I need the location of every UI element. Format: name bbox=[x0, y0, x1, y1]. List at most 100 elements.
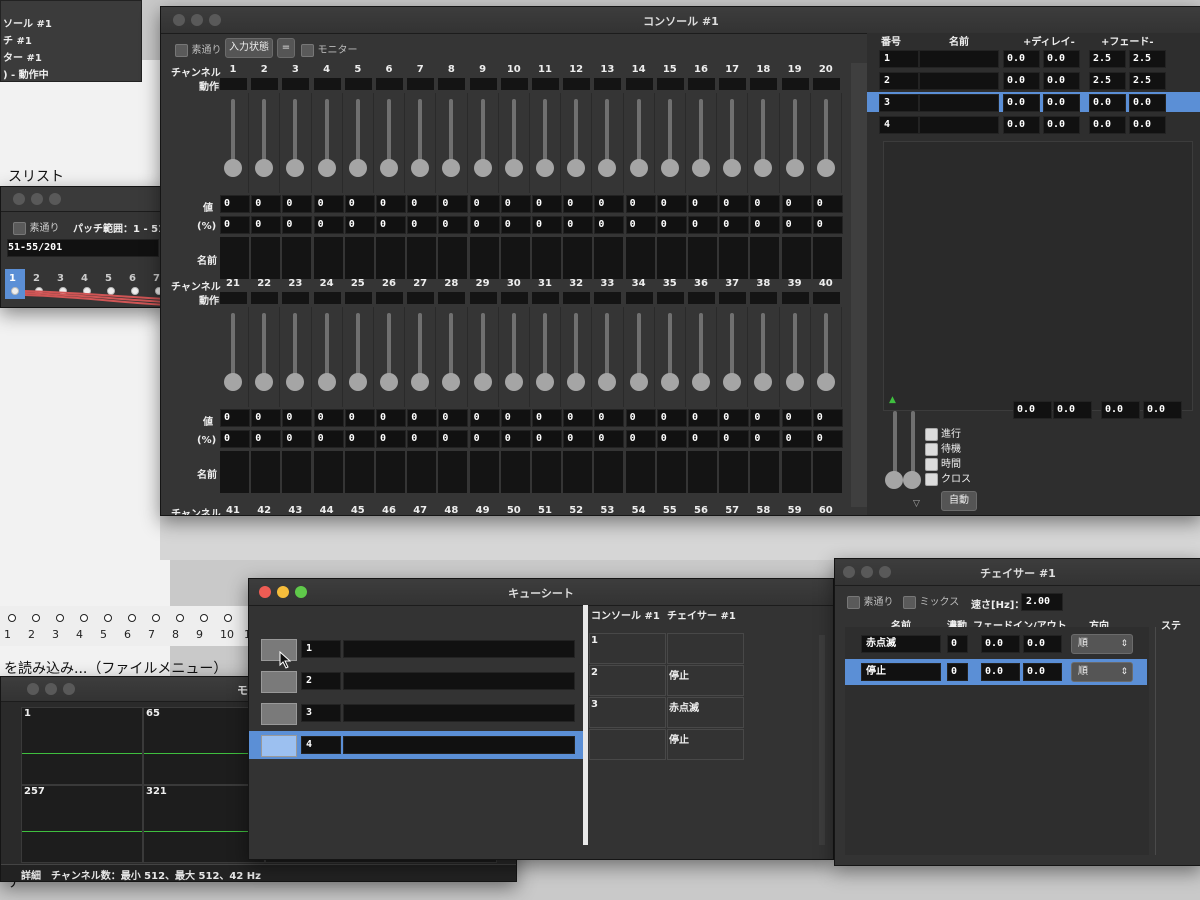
cue-fade-in-field[interactable]: 2.5 bbox=[1089, 72, 1126, 90]
channel-percent-field[interactable]: 0 bbox=[625, 216, 656, 234]
fader-knob[interactable] bbox=[754, 159, 773, 177]
cue-go-button[interactable] bbox=[261, 735, 297, 757]
fader-knob[interactable] bbox=[723, 159, 742, 177]
channel-percent-field[interactable]: 0 bbox=[251, 216, 282, 234]
cue-sheet-cell[interactable] bbox=[589, 665, 666, 696]
channel-action-field[interactable] bbox=[438, 292, 466, 304]
channel-value-field[interactable]: 0 bbox=[376, 195, 406, 213]
cue-delay-in-field[interactable]: 0.0 bbox=[1003, 72, 1040, 90]
fader-knob[interactable] bbox=[692, 159, 710, 177]
channel-percent-field[interactable]: 0 bbox=[656, 216, 687, 234]
fader-knob[interactable] bbox=[380, 159, 398, 177]
step-time-field[interactable]: 0.0 bbox=[1053, 401, 1092, 419]
master-fader-a-knob[interactable] bbox=[885, 471, 903, 489]
channel-action-field[interactable] bbox=[220, 292, 247, 304]
fader-knob[interactable] bbox=[348, 159, 367, 177]
channel-percent-field[interactable]: 0 bbox=[469, 430, 500, 448]
channel-name-field[interactable] bbox=[812, 237, 842, 279]
fader-knob[interactable] bbox=[536, 373, 554, 391]
channel-value-field[interactable]: 0 bbox=[594, 195, 625, 213]
channel-name-field[interactable] bbox=[376, 237, 405, 279]
bypass-checkbox[interactable] bbox=[847, 595, 860, 609]
channel-name-field[interactable] bbox=[750, 237, 780, 279]
channel-value-field[interactable]: 0 bbox=[500, 409, 531, 427]
step-time-field[interactable]: 0.0 bbox=[1013, 401, 1052, 419]
channel-value-field[interactable]: 0 bbox=[532, 409, 562, 427]
channel-percent-field[interactable]: 0 bbox=[407, 216, 438, 234]
fader-knob[interactable] bbox=[567, 373, 586, 391]
channel-value-field[interactable]: 0 bbox=[344, 409, 375, 427]
strip-port[interactable] bbox=[152, 614, 160, 622]
cue-sheet-name[interactable] bbox=[343, 640, 575, 658]
channel-name-field[interactable] bbox=[438, 237, 468, 279]
channel-value-field[interactable]: 0 bbox=[563, 195, 594, 213]
fader-knob[interactable] bbox=[660, 159, 679, 177]
channel-action-field[interactable] bbox=[282, 292, 310, 304]
channel-value-field[interactable]: 0 bbox=[594, 409, 625, 427]
channel-action-field[interactable] bbox=[812, 292, 840, 304]
cue-name-field[interactable] bbox=[919, 72, 999, 90]
cue-delay-out-field[interactable]: 0.0 bbox=[1043, 50, 1080, 68]
channel-value-field[interactable]: 0 bbox=[812, 409, 843, 427]
channel-name-field[interactable] bbox=[812, 451, 842, 493]
channel-percent-field[interactable]: 0 bbox=[500, 216, 531, 234]
close-button[interactable] bbox=[13, 193, 25, 205]
option-checkbox[interactable] bbox=[925, 472, 938, 486]
channel-percent-field[interactable]: 0 bbox=[719, 430, 750, 448]
channel-action-field[interactable] bbox=[313, 292, 341, 304]
channel-action-field[interactable] bbox=[688, 78, 715, 90]
channel-percent-field[interactable]: 0 bbox=[376, 430, 406, 448]
channel-action-field[interactable] bbox=[344, 78, 372, 90]
channel-action-field[interactable] bbox=[469, 78, 497, 90]
channel-name-field[interactable] bbox=[344, 237, 374, 279]
channel-value-field[interactable]: 0 bbox=[376, 409, 406, 427]
chaser-direction-select[interactable]: 順 ⇕ bbox=[1071, 662, 1133, 682]
channel-action-field[interactable] bbox=[719, 78, 747, 90]
fader-knob[interactable] bbox=[504, 159, 523, 177]
channel-name-field[interactable] bbox=[469, 237, 499, 279]
channel-name-field[interactable] bbox=[438, 451, 468, 493]
option-checkbox[interactable] bbox=[925, 427, 938, 441]
channel-value-field[interactable]: 0 bbox=[500, 195, 531, 213]
patch-bypass[interactable]: 素通り bbox=[13, 219, 60, 235]
cue-name-field[interactable] bbox=[919, 94, 999, 112]
fader-knob[interactable] bbox=[442, 373, 461, 391]
channel-value-field[interactable]: 0 bbox=[407, 409, 438, 427]
channel-name-field[interactable] bbox=[781, 451, 811, 493]
fader-knob[interactable] bbox=[473, 159, 492, 177]
channel-percent-field[interactable]: 0 bbox=[438, 216, 469, 234]
auto-button[interactable]: 自動 bbox=[941, 491, 977, 511]
fader-knob[interactable] bbox=[598, 373, 617, 391]
channel-percent-field[interactable]: 0 bbox=[750, 216, 781, 234]
channel-name-field[interactable] bbox=[532, 237, 561, 279]
channel-action-field[interactable] bbox=[719, 292, 747, 304]
strip-port[interactable] bbox=[176, 614, 184, 622]
fader-knob[interactable] bbox=[785, 159, 804, 177]
channel-percent-field[interactable]: 0 bbox=[688, 216, 718, 234]
channel-action-field[interactable] bbox=[781, 78, 809, 90]
channel-action-field[interactable] bbox=[469, 292, 497, 304]
cue-sheet-scrollbar[interactable] bbox=[819, 635, 825, 845]
channel-percent-field[interactable]: 0 bbox=[656, 430, 687, 448]
channel-name-field[interactable] bbox=[220, 237, 249, 279]
cue-sheet-name[interactable] bbox=[343, 736, 575, 754]
fader-knob[interactable] bbox=[629, 159, 648, 177]
channel-value-field[interactable]: 0 bbox=[251, 409, 282, 427]
channel-percent-field[interactable]: 0 bbox=[719, 216, 750, 234]
cue-fade-out-field[interactable]: 2.5 bbox=[1129, 50, 1166, 68]
strip-port[interactable] bbox=[32, 614, 40, 622]
chaser-fade-out[interactable]: 0.0 bbox=[1023, 635, 1062, 653]
fader-knob[interactable] bbox=[816, 159, 835, 177]
channel-action-field[interactable] bbox=[750, 78, 778, 90]
channel-action-field[interactable] bbox=[781, 292, 809, 304]
channel-name-field[interactable] bbox=[282, 237, 312, 279]
channel-percent-field[interactable]: 0 bbox=[469, 216, 500, 234]
channel-value-field[interactable]: 0 bbox=[438, 195, 469, 213]
channel-action-field[interactable] bbox=[376, 292, 403, 304]
channel-action-field[interactable] bbox=[500, 292, 528, 304]
fader-knob[interactable] bbox=[567, 159, 586, 177]
channel-name-field[interactable] bbox=[376, 451, 405, 493]
cue-delay-in-field[interactable]: 0.0 bbox=[1003, 94, 1040, 112]
channel-value-field[interactable]: 0 bbox=[438, 409, 469, 427]
cue-fade-out-field[interactable]: 0.0 bbox=[1129, 94, 1166, 112]
